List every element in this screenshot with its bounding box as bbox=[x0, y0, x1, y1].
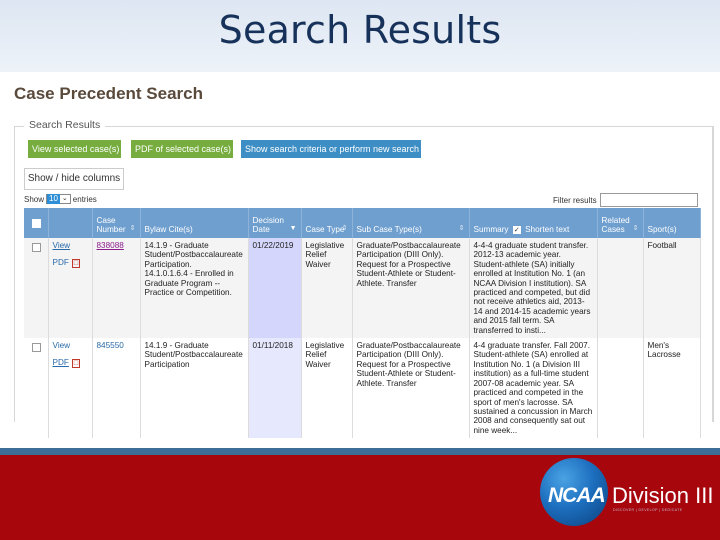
header-bylaw-cites[interactable]: Bylaw Cite(s) bbox=[140, 208, 249, 238]
case-summary: 4-4-4 graduate student transfer. 2012-13… bbox=[469, 238, 598, 339]
sports: Football bbox=[643, 238, 701, 339]
sub-case-type: Graduate/Postbaccalaureate Participation… bbox=[352, 238, 470, 339]
pdf-icon[interactable]: □ bbox=[71, 259, 81, 269]
show-hide-columns-button[interactable]: Show / hide columns bbox=[24, 168, 124, 190]
decision-date: 01/11/2018 bbox=[248, 338, 302, 439]
view-case-link[interactable]: View bbox=[53, 241, 71, 250]
pdf-icon[interactable]: □ bbox=[71, 359, 81, 369]
filter-label: Filter results bbox=[553, 195, 597, 205]
sort-icon: ⇕ bbox=[129, 225, 136, 232]
view-case-link[interactable]: View bbox=[53, 341, 71, 350]
related-cases bbox=[597, 238, 644, 339]
case-type: Legislative Relief Waiver bbox=[301, 338, 353, 439]
case-number-link[interactable]: 838088 bbox=[97, 241, 124, 250]
bylaw-cite: 14.1.0.1.6.4 - Enrolled in Graduate Prog… bbox=[144, 269, 234, 298]
filter-results-input[interactable] bbox=[599, 193, 698, 207]
header-sports[interactable]: Sport(s) bbox=[643, 208, 701, 238]
case-summary: 4-4 graduate transfer. Fall 2007. Studen… bbox=[469, 338, 598, 439]
entries-length-control: Show 10 ⌄ entries bbox=[24, 194, 97, 204]
header-sub-case-type[interactable]: Sub Case Type(s) ⇕ bbox=[352, 208, 470, 238]
case-type: Legislative Relief Waiver bbox=[301, 238, 353, 339]
header-decision-date[interactable]: Decision Date ▼ bbox=[248, 208, 302, 238]
table-row: View PDF □ 845550 14.1.9 - Graduate Stude… bbox=[24, 338, 701, 439]
select-all-checkbox[interactable] bbox=[32, 219, 41, 228]
shorten-text-checkbox[interactable]: ✓ bbox=[512, 225, 521, 234]
entries-select[interactable]: 10 ⌄ bbox=[46, 194, 71, 204]
bylaw-cite: 14.1.9 - Graduate Student/Postbaccalaure… bbox=[144, 341, 243, 369]
pdf-case-link[interactable]: PDF bbox=[53, 258, 69, 267]
sub-case-type: Graduate/Postbaccalaureate Participation… bbox=[352, 338, 470, 439]
view-selected-cases-button[interactable]: View selected case(s) bbox=[28, 140, 121, 158]
entries-prefix: Show bbox=[24, 194, 45, 204]
case-number-link[interactable]: 845550 bbox=[97, 341, 124, 350]
sort-desc-icon: ▼ bbox=[289, 225, 297, 232]
entries-suffix: entries bbox=[72, 194, 97, 204]
ncaa-wordmark: NCAA bbox=[548, 484, 606, 507]
header-summary[interactable]: Summary ✓ Shorten text bbox=[469, 208, 598, 238]
sort-icon: ⇕ bbox=[341, 225, 348, 232]
shorten-text-label: Shorten text bbox=[525, 225, 570, 234]
slide-title: Search Results bbox=[218, 8, 502, 52]
sort-icon: ⇕ bbox=[632, 225, 639, 232]
app-screenshot: Case Precedent Search Search Results Vie… bbox=[0, 72, 720, 439]
show-search-criteria-button[interactable]: Show search criteria or perform new sear… bbox=[241, 140, 421, 158]
pdf-case-link[interactable]: PDF bbox=[53, 358, 69, 367]
chevron-down-icon: ⌄ bbox=[61, 195, 68, 202]
results-table: Case Number ⇕ Bylaw Cite(s) Decision Date… bbox=[24, 208, 701, 439]
division-label: Division III bbox=[612, 483, 714, 508]
sports: Men's Lacrosse bbox=[643, 338, 701, 439]
bylaw-cite: 14.1.9 - Graduate Student/Postbaccalaure… bbox=[144, 241, 243, 269]
row-checkbox[interactable] bbox=[32, 343, 41, 353]
table-header-row: Case Number ⇕ Bylaw Cite(s) Decision Date… bbox=[24, 208, 701, 238]
division-tagline: DISCOVER | DEVELOP | DEDICATE bbox=[613, 508, 683, 512]
page-title: Case Precedent Search bbox=[14, 84, 203, 103]
header-related-cases[interactable]: Related Cases ⇕ bbox=[597, 208, 644, 238]
header-case-type[interactable]: Case Type ⇕ bbox=[301, 208, 353, 238]
section-legend: Search Results bbox=[24, 119, 106, 131]
entries-value: 10 bbox=[47, 194, 60, 204]
pdf-selected-cases-button[interactable]: PDF of selected case(s) bbox=[131, 140, 233, 158]
filter-control: Filter results bbox=[553, 193, 698, 207]
select-all-header bbox=[24, 208, 49, 238]
sort-icon: ⇕ bbox=[458, 225, 465, 232]
decision-date: 01/22/2019 bbox=[248, 238, 302, 339]
actions-header bbox=[48, 208, 93, 238]
row-checkbox[interactable] bbox=[32, 243, 41, 252]
table-row: View PDF □ 838088 14.1.9 - Graduate Stude… bbox=[24, 238, 701, 339]
header-case-number[interactable]: Case Number ⇕ bbox=[92, 208, 141, 238]
related-cases bbox=[597, 338, 644, 439]
